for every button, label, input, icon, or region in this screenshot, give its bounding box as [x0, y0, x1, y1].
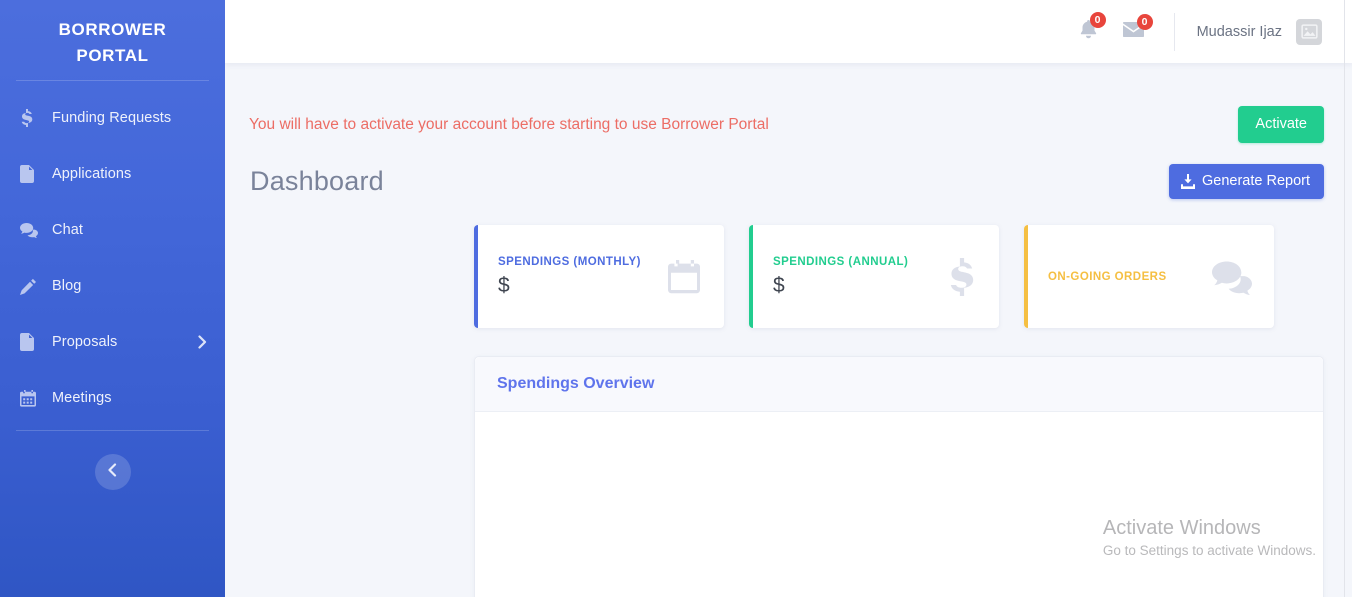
messages-button[interactable]: 0 [1122, 13, 1153, 42]
stat-card-value: $ [498, 273, 510, 297]
main-content: 0 0 Mudassir Ijaz You will have to activ… [225, 0, 1352, 597]
panel-body-chart-area [475, 412, 1323, 597]
app-window: BORROWER PORTAL Funding Requests Applica… [0, 0, 1352, 597]
sidebar-item-label: Applications [52, 166, 132, 182]
panel-header: Spendings Overview [475, 357, 1323, 412]
dollar-icon [20, 109, 42, 127]
sidebar-item-applications[interactable]: Applications [0, 146, 225, 202]
panel-title: Spendings Overview [497, 375, 655, 392]
activate-button[interactable]: Activate [1238, 106, 1324, 143]
sidebar-item-label: Chat [52, 222, 84, 238]
chat-bubbles-icon [1212, 259, 1252, 295]
sidebar-item-chat[interactable]: Chat [0, 202, 225, 258]
pencil-icon [20, 278, 42, 295]
document-icon [20, 333, 42, 351]
sidebar-item-label: Proposals [52, 334, 118, 350]
sidebar-item-funding-requests[interactable]: Funding Requests [0, 90, 225, 146]
sidebar-item-blog[interactable]: Blog [0, 258, 225, 314]
user-menu[interactable]: Mudassir Ijaz [1196, 18, 1322, 45]
stat-card-text: ON-GOING ORDERS [1048, 271, 1167, 283]
chevron-right-icon [198, 335, 207, 349]
page-scrollbar[interactable] [1344, 0, 1352, 597]
top-bar: 0 0 Mudassir Ijaz [225, 0, 1352, 63]
stat-card-spendings-annual[interactable]: SPENDINGS (ANNUAL) $ [749, 225, 999, 328]
stat-card-text: SPENDINGS (ANNUAL) $ [773, 256, 908, 298]
sidebar-item-label: Meetings [52, 390, 112, 406]
notifications-badge: 0 [1089, 11, 1106, 28]
image-placeholder-icon [1296, 18, 1322, 45]
stat-cards: SPENDINGS (MONTHLY) $ SPENDINGS (ANNUAL)… [225, 199, 1352, 328]
stat-card-label: SPENDINGS (ANNUAL) [773, 255, 909, 268]
stat-card-spendings-monthly[interactable]: SPENDINGS (MONTHLY) $ [474, 225, 724, 328]
sidebar-item-label: Funding Requests [52, 110, 172, 126]
dollar-sign-icon [947, 257, 977, 296]
calendar-icon [20, 389, 42, 407]
stat-card-ongoing-orders[interactable]: ON-GOING ORDERS [1024, 225, 1274, 328]
stat-card-label: ON-GOING ORDERS [1048, 270, 1167, 283]
generate-report-button[interactable]: Generate Report [1168, 164, 1324, 199]
sidebar: BORROWER PORTAL Funding Requests Applica… [0, 0, 225, 597]
brand-title: BORROWER PORTAL [58, 20, 167, 65]
dashboard-scroll-area[interactable]: You will have to activate your account b… [225, 63, 1352, 597]
sidebar-item-label: Blog [52, 278, 82, 294]
sidebar-item-proposals[interactable]: Proposals [0, 314, 225, 370]
activation-alert-row: You will have to activate your account b… [225, 63, 1352, 143]
page-header-row: Dashboard Generate Report [225, 143, 1352, 199]
topbar-icon-group: 0 0 [1080, 11, 1153, 44]
generate-report-label: Generate Report [1201, 173, 1310, 189]
stat-card-text: SPENDINGS (MONTHLY) $ [498, 256, 641, 298]
activation-alert-text: You will have to activate your account b… [249, 115, 769, 133]
document-icon [20, 165, 42, 183]
stat-card-label: SPENDINGS (MONTHLY) [498, 255, 641, 268]
chevron-left-icon [108, 462, 117, 482]
download-icon [1180, 173, 1195, 189]
topbar-divider [1173, 12, 1175, 51]
calendar-icon [668, 259, 702, 294]
sidebar-item-meetings[interactable]: Meetings [0, 370, 225, 426]
user-name: Mudassir Ijaz [1196, 23, 1282, 40]
notifications-button[interactable]: 0 [1080, 11, 1106, 44]
sidebar-collapse-button[interactable] [94, 454, 131, 490]
messages-badge: 0 [1136, 13, 1153, 30]
sidebar-nav: Funding Requests Applications Chat Blog … [0, 81, 225, 426]
chat-bubbles-icon [20, 222, 42, 238]
stat-card-value: $ [773, 273, 785, 297]
page-title: Dashboard [250, 166, 384, 196]
brand-logo[interactable]: BORROWER PORTAL [0, 0, 225, 69]
sidebar-collapse-wrap [0, 431, 225, 490]
spendings-overview-panel: Spendings Overview [474, 356, 1324, 597]
